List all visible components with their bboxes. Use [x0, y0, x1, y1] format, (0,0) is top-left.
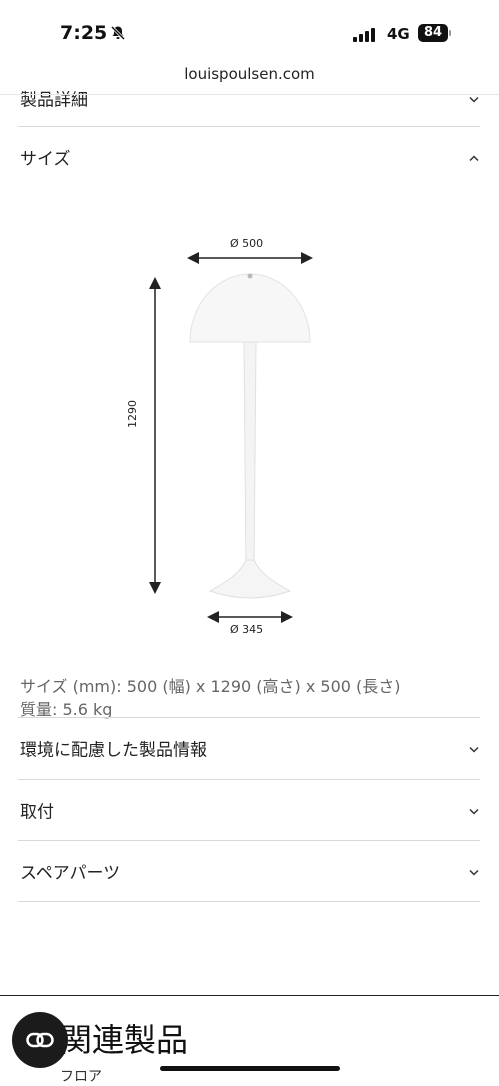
divider [18, 901, 480, 902]
lamp-base [208, 559, 292, 599]
section-divider [0, 995, 499, 996]
lamp-dimension-diagram: Ø 500 1290 Ø 345 [120, 225, 380, 645]
accordion-environment[interactable]: 環境に配慮した製品情報 [18, 718, 480, 778]
accordion-label: 環境に配慮した製品情報 [20, 740, 207, 761]
chevron-down-icon [468, 862, 480, 881]
bell-slash-icon [110, 25, 126, 45]
height-label: 1290 [126, 400, 139, 428]
url-text: louispoulsen.com [184, 65, 315, 83]
lamp-stem [243, 341, 257, 571]
accordion-label: サイズ [20, 149, 71, 170]
accordion-spare-parts[interactable]: スペアパーツ [18, 841, 480, 901]
related-category[interactable]: フロア [60, 1066, 102, 1086]
network-type: 4G [387, 25, 410, 43]
chevron-up-icon [468, 148, 480, 167]
chevron-down-icon [468, 801, 480, 820]
co-icon [26, 1030, 54, 1054]
battery-indicator: 84 [418, 24, 448, 42]
accordion-size[interactable]: サイズ [18, 127, 480, 187]
battery-tip [449, 30, 451, 36]
accordion-label: スペアパーツ [20, 863, 121, 884]
top-width-label: Ø 500 [230, 237, 264, 250]
status-bar: 7:25 4G 84 [0, 0, 499, 56]
home-indicator [160, 1066, 340, 1071]
co-button[interactable] [12, 1012, 68, 1068]
signal-icon [353, 27, 379, 46]
accordion-label: 製品詳細 [20, 90, 88, 111]
related-products-title: 関連製品 [60, 1021, 189, 1059]
accordion-label: 取付 [20, 802, 54, 823]
lamp-shade [189, 273, 311, 343]
size-spec: サイズ (mm): 500 (幅) x 1290 (高さ) x 500 (長さ) [20, 677, 401, 696]
base-width-label: Ø 345 [230, 623, 264, 636]
chevron-down-icon [468, 89, 480, 108]
status-time: 7:25 [60, 22, 108, 44]
header-divider [0, 94, 499, 95]
accordion-mounting[interactable]: 取付 [18, 780, 480, 840]
chevron-down-icon [468, 739, 480, 758]
